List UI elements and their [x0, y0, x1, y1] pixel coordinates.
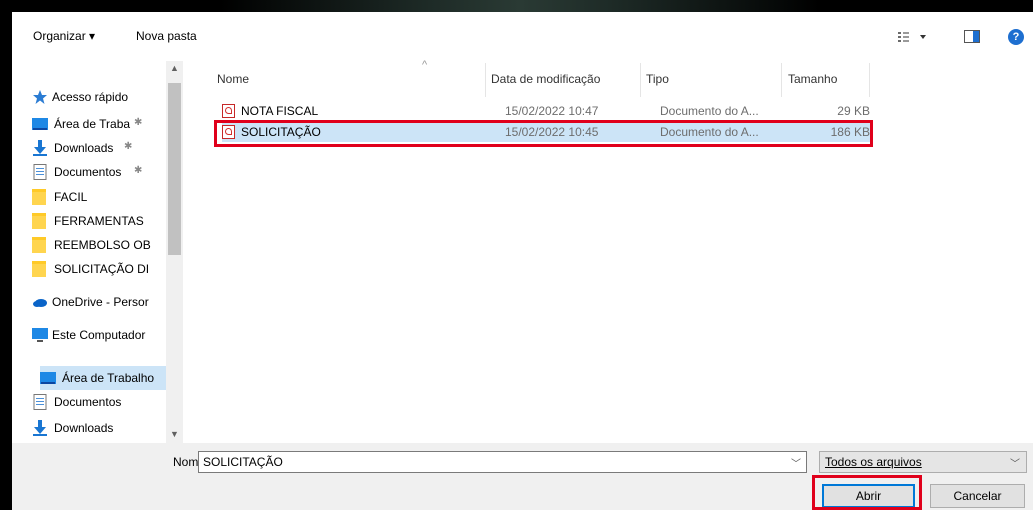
open-file-dialog: Organizar ▾ Nova pasta ? Acesso rápido Á… — [12, 12, 1033, 510]
file-date: 15/02/2022 10:47 — [505, 104, 599, 118]
column-divider — [485, 63, 486, 97]
chevron-down-icon[interactable]: ﹀ — [1010, 455, 1020, 470]
desktop-icon — [32, 118, 48, 130]
file-type: Documento do A... — [660, 104, 759, 118]
nav-item-folder-reembolso[interactable]: REEMBOLSO OB — [32, 233, 172, 257]
documents-icon — [33, 394, 47, 410]
organize-button[interactable]: Organizar ▾ — [33, 26, 95, 46]
desktop-icon — [40, 372, 56, 384]
toolbar: Organizar ▾ Nova pasta ? — [12, 12, 1033, 61]
filename-input[interactable] — [203, 454, 783, 470]
nav-item-downloads[interactable]: Downloads — [32, 416, 172, 440]
highlight-box-selected-file — [214, 120, 873, 147]
chevron-down-icon[interactable]: ﹀ — [791, 455, 801, 470]
file-type-filter[interactable]: Todos os arquivos ﹀ — [819, 451, 1027, 473]
column-divider — [640, 63, 641, 97]
file-list: ^ Nome Data de modificação Tipo Tamanho … — [184, 59, 1033, 443]
file-size: 29 KB — [837, 104, 870, 118]
file-type-filter-label: Todos os arquivos — [825, 455, 922, 469]
filename-field[interactable]: ﹀ — [198, 451, 807, 473]
nav-item-folder-facil[interactable]: FACIL — [32, 185, 172, 209]
nav-item-folder-ferramentas[interactable]: FERRAMENTAS — [32, 209, 172, 233]
scroll-up-icon[interactable]: ▲ — [170, 63, 179, 73]
column-header-size[interactable]: Tamanho — [788, 69, 837, 89]
file-row-nota-fiscal[interactable]: NOTA FISCAL 15/02/2022 10:47 Documento d… — [222, 101, 872, 121]
file-name: NOTA FISCAL — [241, 104, 319, 118]
dialog-footer: Nome: ﹀ Todos os arquivos ﹀ Abrir Cancel… — [12, 443, 1033, 510]
computer-icon — [32, 328, 48, 342]
column-header-name[interactable]: Nome — [217, 69, 249, 89]
column-header-date[interactable]: Data de modificação — [491, 69, 600, 89]
view-options-button[interactable] — [896, 30, 930, 44]
nav-item-downloads-pinned[interactable]: Downloads ✱ — [32, 136, 172, 160]
cancel-button[interactable]: Cancelar — [930, 484, 1025, 508]
download-icon — [33, 420, 47, 436]
scroll-down-icon[interactable]: ▼ — [170, 429, 179, 439]
navigation-pane: Acesso rápido Área de Traba ✱ Downloads … — [12, 61, 184, 443]
scrollbar-thumb[interactable] — [168, 83, 181, 255]
view-details-icon — [898, 32, 926, 42]
preview-pane-button[interactable] — [964, 30, 980, 43]
folder-icon — [32, 213, 46, 229]
nav-item-documents-pinned[interactable]: Documentos ✱ — [32, 160, 172, 184]
nav-item-documents[interactable]: Documentos — [32, 390, 172, 414]
onedrive-icon — [33, 299, 47, 307]
documents-icon — [33, 164, 47, 180]
pin-icon: ✱ — [134, 117, 143, 128]
nav-item-desktop-pinned[interactable]: Área de Traba ✱ — [32, 112, 172, 136]
folder-icon — [32, 189, 46, 205]
download-icon — [33, 140, 47, 156]
pdf-icon — [222, 104, 235, 118]
highlight-box-open-button — [812, 475, 922, 510]
sort-ascending-icon: ^ — [422, 59, 428, 71]
help-icon[interactable]: ? — [1008, 29, 1024, 45]
new-folder-button[interactable]: Nova pasta — [136, 26, 197, 46]
nav-item-this-pc[interactable]: Este Computador — [32, 323, 172, 347]
nav-item-quick-access[interactable]: Acesso rápido — [32, 85, 172, 109]
nav-item-onedrive[interactable]: OneDrive - Persor — [32, 290, 172, 314]
column-divider — [781, 63, 782, 97]
folder-icon — [32, 261, 46, 277]
nav-item-label: Área de Trabalho — [62, 371, 155, 385]
column-divider — [869, 63, 870, 97]
pin-icon: ✱ — [124, 141, 133, 152]
pin-icon: ✱ — [134, 165, 143, 176]
star-icon — [33, 90, 47, 104]
nav-item-desktop[interactable]: Área de Trabalho — [40, 366, 166, 390]
column-header-type[interactable]: Tipo — [646, 69, 669, 89]
dialog-body: Acesso rápido Área de Traba ✱ Downloads … — [12, 59, 1033, 443]
folder-icon — [32, 237, 46, 253]
preview-pane-icon — [964, 30, 980, 43]
navigation-scrollbar[interactable]: ▲ ▼ — [166, 61, 183, 443]
top-decoration — [0, 0, 1033, 12]
nav-item-folder-solicitacao[interactable]: SOLICITAÇÃO DI — [32, 257, 172, 281]
